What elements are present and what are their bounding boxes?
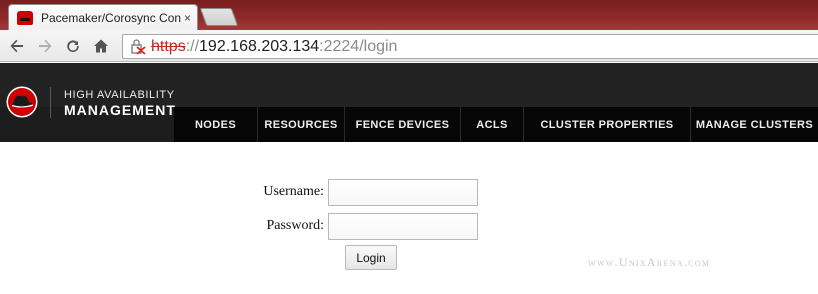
brand-line1: HIGH AVAILABILITY (64, 89, 175, 101)
back-button[interactable] (6, 35, 28, 57)
url-host: 192.168.203.134 (199, 37, 320, 55)
login-button[interactable]: Login (345, 245, 397, 270)
redhat-favicon-icon (17, 10, 33, 25)
password-label: Password: (266, 218, 324, 233)
password-input[interactable] (328, 213, 478, 240)
browser-tab[interactable]: Pacemaker/Corosync Conf × (8, 4, 198, 30)
reload-button[interactable] (62, 35, 84, 57)
reload-icon (67, 40, 79, 52)
nav-nodes[interactable]: NODES (174, 107, 258, 142)
tab-strip: Pacemaker/Corosync Conf × (0, 0, 818, 30)
new-tab-button[interactable] (199, 8, 239, 26)
tab-close-icon[interactable]: × (184, 11, 191, 25)
main-nav: NODES RESOURCES FENCE DEVICES ACLS CLUST… (174, 107, 818, 142)
url-path: :2224/login (319, 37, 398, 55)
broken-lock-icon (131, 38, 146, 55)
forward-icon (39, 39, 52, 53)
tab-title: Pacemaker/Corosync Conf (41, 10, 181, 25)
home-icon (94, 39, 108, 53)
brand-divider (50, 87, 51, 118)
watermark: www.UnixArena.com (588, 255, 711, 269)
address-bar[interactable]: https://192.168.203.134:2224/login (122, 34, 818, 59)
home-button[interactable] (90, 35, 112, 57)
back-icon (10, 39, 23, 53)
nav-cluster-properties[interactable]: CLUSTER PROPERTIES (524, 107, 691, 142)
browser-toolbar: https://192.168.203.134:2224/login (0, 30, 818, 62)
nav-manage-clusters[interactable]: MANAGE CLUSTERS (691, 107, 818, 142)
url-separator: :// (185, 37, 200, 55)
nav-fence-devices[interactable]: FENCE DEVICES (345, 107, 461, 142)
brand-line2: MANAGEMENT (64, 102, 176, 118)
url-scheme: https (151, 37, 186, 55)
nav-resources[interactable]: RESOURCES (258, 107, 345, 142)
nav-acls[interactable]: ACLS (461, 107, 524, 142)
username-input[interactable] (328, 179, 478, 206)
forward-button[interactable] (34, 35, 56, 57)
redhat-logo-icon (6, 86, 38, 118)
username-label: Username: (263, 184, 324, 199)
